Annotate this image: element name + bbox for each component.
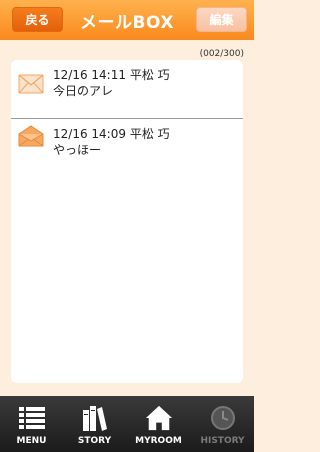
house-icon [145,404,173,432]
tab-label: MENU [16,436,47,446]
page-title: メールBOX [80,12,174,33]
list-icon [18,404,46,432]
mail-datetime: 12/16 14:11 [53,68,126,82]
books-icon [81,404,109,432]
tab-myroom[interactable]: MYROOM [127,396,190,452]
mail-sender: 平松 巧 [129,127,170,141]
mail-list: 12/16 14:11 平松 巧 今日のアレ 12/16 14:09 平松 巧 … [11,60,243,383]
mail-item[interactable]: 12/16 14:11 平松 巧 今日のアレ [11,60,243,115]
back-button[interactable]: 戻る [12,7,63,32]
mail-datetime: 12/16 14:09 [53,127,126,141]
tab-label: MYROOM [135,436,182,446]
tab-label: HISTORY [200,436,245,446]
mail-count: (002/300) [199,49,244,59]
mail-sender: 平松 巧 [129,68,170,82]
bottom-tab-bar: MENU STORY MYROOM HISTORY [0,396,254,452]
envelope-icon [18,74,44,94]
clock-icon [209,404,237,432]
tab-history[interactable]: HISTORY [191,396,254,452]
mail-subject: やっほー [53,143,102,157]
tab-story[interactable]: STORY [63,396,126,452]
edit-button[interactable]: 編集 [196,7,247,32]
mail-subject: 今日のアレ [53,84,114,98]
open-envelope-icon [18,125,44,147]
header-bar: 戻る メールBOX 編集 [0,0,254,40]
mail-item[interactable]: 12/16 14:09 平松 巧 やっほー [11,119,243,174]
tab-label: STORY [77,436,112,446]
tab-menu[interactable]: MENU [0,396,63,452]
